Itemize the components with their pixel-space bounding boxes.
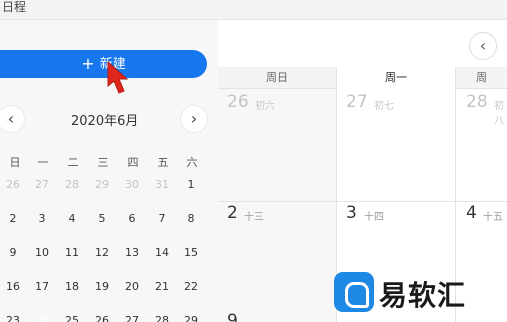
mini-calendar-day[interactable]: 28 [147,310,177,322]
month-label: 2020年6月 [71,114,139,129]
mini-calendar-day[interactable]: 2 [0,208,28,230]
cell-date: 27 [346,92,368,112]
mini-calendar-day[interactable]: 31 [147,174,177,196]
cell-lunar-date: 十三 [244,212,264,223]
mini-calendar-today[interactable]: 今 [27,308,57,322]
weekday-label: 三 [97,156,109,169]
mini-calendar-day[interactable]: 4 [57,208,87,230]
window-title: 日程 [2,0,27,14]
cell-date: 28 [466,92,488,112]
month-navigation: ‹ 2020年6月 › [0,106,218,132]
mini-calendar-day[interactable]: 13 [117,242,147,264]
chevron-left-icon: ‹ [479,36,487,55]
mini-calendar-day[interactable]: 6 [117,208,147,230]
mini-calendar-day[interactable]: 17 [27,276,57,298]
prev-week-button[interactable]: ‹ [469,32,497,60]
mini-calendar-day[interactable]: 18 [57,276,87,298]
week-header: 周日 周一 周 [218,67,507,89]
cell-lunar-date: 十五 [483,212,503,223]
mini-calendar-day[interactable]: 29 [176,310,206,322]
mini-calendar-day[interactable]: 20 [117,276,147,298]
mini-calendar-day[interactable]: 25 [57,310,87,322]
title-bar: 日程 [0,0,507,20]
mini-calendar-day[interactable]: 10 [27,242,57,264]
mini-calendar-day[interactable]: 28 [57,174,87,196]
mini-calendar-day[interactable]: 1 [176,174,206,196]
mini-calendar-day[interactable]: 3 [27,208,57,230]
watermark-text: 易软汇 [379,279,467,312]
cell-date: 2 [227,203,238,223]
mini-calendar-day[interactable]: 29 [87,174,117,196]
chevron-right-icon: › [190,109,198,128]
mini-calendar-day[interactable]: 8 [176,208,206,230]
column-header-sunday: 周日 [218,67,337,89]
mini-calendar-day[interactable]: 5 [87,208,117,230]
mini-calendar-day[interactable]: 7 [147,208,177,230]
mini-calendar-day[interactable]: 26 [87,310,117,322]
mini-calendar-day[interactable]: 16 [0,276,28,298]
mini-calendar-day[interactable]: 19 [87,276,117,298]
weekday-label: 日 [9,156,21,169]
week-divider [218,201,507,202]
cell-lunar-date: 十四 [364,212,384,223]
weekday-label: 六 [186,156,198,169]
cell-lunar-date: 初七 [374,101,394,112]
next-month-button[interactable]: › [181,106,207,132]
weekday-label: 二 [67,156,79,169]
chevron-left-icon: ‹ [7,109,15,128]
weekday-label: 五 [157,156,169,169]
pointer-cursor-icon [107,60,129,94]
plus-icon: + [81,54,95,73]
column-header-tuesday: 周 [476,71,487,84]
mini-calendar-day[interactable]: 11 [57,242,87,264]
cell-date: 4 [466,203,477,223]
mini-calendar-day[interactable]: 14 [147,242,177,264]
cell-lunar-date: 初六 [255,101,275,112]
mini-calendar-day[interactable]: 30 [117,174,147,196]
mini-calendar-day[interactable]: 12 [87,242,117,264]
cell-lunar-date: 初八 [494,101,504,127]
cell-date: 9 [227,311,238,322]
watermark: 易软汇 [334,272,507,322]
cell-date: 26 [227,92,249,112]
prev-month-button[interactable]: ‹ [0,106,24,132]
mini-calendar-day[interactable]: 27 [27,174,57,196]
mini-calendar-day[interactable]: 21 [147,276,177,298]
mini-calendar-day[interactable]: 27 [117,310,147,322]
column-header-monday: 周一 [337,67,456,89]
cell-date: 3 [346,203,357,223]
brand-logo-icon [334,272,374,312]
mini-calendar-day[interactable]: 15 [176,242,206,264]
mini-calendar-day[interactable]: 26 [0,174,28,196]
weekday-label: 四 [127,156,139,169]
weekday-label: 一 [37,156,49,169]
mini-calendar-day[interactable]: 23 [0,310,28,322]
mini-calendar-day[interactable]: 9 [0,242,28,264]
mini-calendar-day[interactable]: 22 [176,276,206,298]
